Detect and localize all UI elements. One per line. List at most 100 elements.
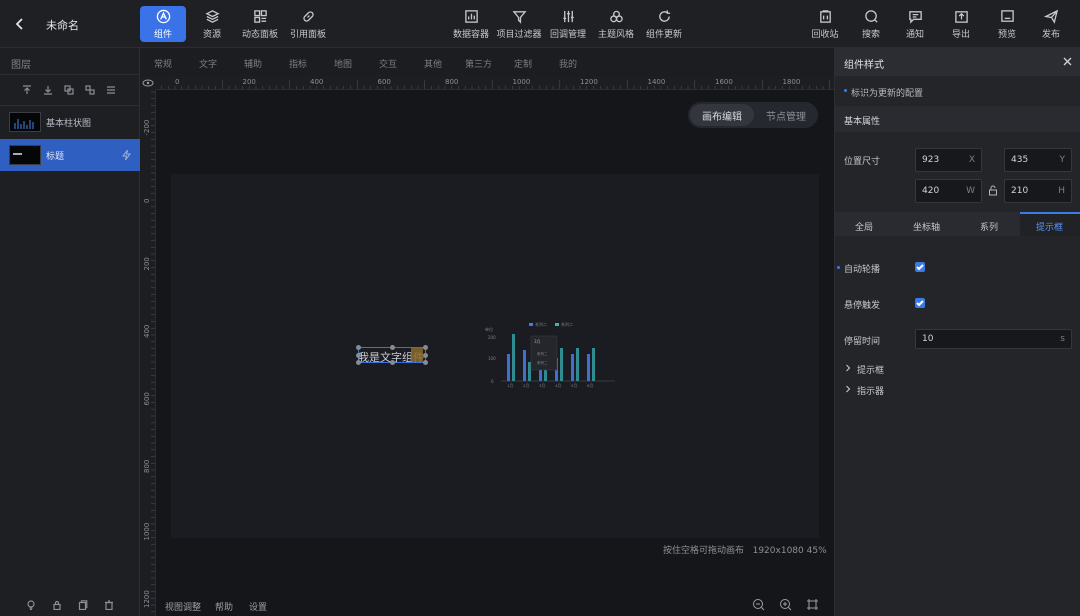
tool-filter[interactable]: 项目过滤器 (494, 6, 544, 42)
project-title[interactable]: 未命名 (46, 17, 79, 33)
check-icon (916, 264, 924, 271)
resize-handle[interactable] (423, 345, 428, 350)
tool-recycle-bin[interactable]: 回收站 (808, 6, 842, 42)
resize-handle[interactable] (356, 360, 361, 365)
tool-ref-panel[interactable]: 引用面板 (286, 6, 330, 42)
ruler-corner[interactable] (140, 76, 156, 90)
text-component[interactable]: 我是文字组件 (356, 345, 428, 365)
chart-bar (571, 354, 574, 381)
tool-publish[interactable]: 发布 (1036, 6, 1066, 42)
tool-publish-label: 发布 (1041, 29, 1060, 40)
width-input[interactable]: 420 W (915, 179, 982, 203)
ruler-label: 800 (143, 460, 151, 473)
chevron-right-icon (846, 364, 851, 372)
tool-resources[interactable]: 资源 (190, 6, 234, 42)
group-icon[interactable] (64, 85, 74, 95)
tab-interaction[interactable]: 交互 (379, 57, 397, 70)
back-button[interactable] (12, 16, 28, 32)
zoom-out-icon[interactable] (752, 598, 765, 611)
zoom-in-icon[interactable] (779, 598, 792, 611)
hover-trigger-label: 悬停触发 (844, 301, 881, 311)
tool-theme-label: 主题风格 (597, 29, 634, 40)
fit-screen-icon[interactable] (806, 598, 819, 611)
tab-tooltip[interactable]: 提示框 (1020, 212, 1080, 236)
tool-callback[interactable]: 回调管理 (546, 6, 590, 42)
resize-handle[interactable] (356, 353, 361, 358)
x-input[interactable]: 923 X (915, 148, 982, 172)
resize-handle[interactable] (423, 353, 428, 358)
tool-export[interactable]: 导出 (946, 6, 976, 42)
unlock-ratio-icon[interactable] (988, 185, 998, 196)
tab-node-manage[interactable]: 节点管理 (756, 104, 816, 126)
chart-bar (528, 362, 531, 381)
auto-play-checkbox[interactable] (915, 262, 925, 272)
view-adjust-link[interactable]: 视图调整 (165, 600, 201, 613)
canvas-area[interactable]: 0 200 400 600 800 1000 1200 1400 1600 1800 -200 0 2… (140, 76, 834, 616)
y-input[interactable]: 435 Y (1004, 148, 1072, 172)
tab-axis[interactable]: 坐标轴 (913, 220, 940, 233)
tab-text[interactable]: 文字 (199, 57, 217, 70)
duration-input[interactable]: 10 s (915, 329, 1072, 349)
canvas-resolution: 1920x1080 (752, 546, 804, 556)
delete-icon[interactable] (104, 600, 114, 611)
tab-auxiliary[interactable]: 辅助 (244, 57, 262, 70)
tab-other[interactable]: 其他 (424, 57, 442, 70)
list-icon[interactable] (106, 85, 116, 95)
message-icon (908, 10, 922, 24)
chevron-right-icon (846, 385, 851, 393)
horizontal-ruler[interactable]: 0 200 400 600 800 1000 1200 1400 1600 1800 (156, 76, 834, 90)
check-icon (916, 300, 924, 307)
lightning-icon[interactable] (121, 149, 132, 161)
vertical-ruler[interactable]: -200 0 200 400 600 800 1000 1200 (140, 90, 156, 616)
tool-data-container-label: 数据容器 (452, 29, 489, 40)
tab-custom[interactable]: 定制 (514, 57, 532, 70)
copy-icon[interactable] (78, 600, 88, 611)
ruler-label: 1800 (783, 78, 801, 86)
tab-regular[interactable]: 常规 (154, 57, 172, 70)
canvas-hint: 按住空格可拖动画布 1920x1080 45% (663, 543, 827, 556)
drag-hint-text: 按住空格可拖动画布 (663, 546, 745, 556)
tool-notify[interactable]: 通知 (900, 6, 930, 42)
height-input[interactable]: 210 H (1004, 179, 1072, 203)
help-link[interactable]: 帮助 (215, 600, 233, 613)
layer-item-title[interactable]: 标题 (0, 139, 140, 171)
chart-xtick: 2月 (523, 383, 529, 388)
tool-data-container[interactable]: 数据容器 (450, 6, 492, 42)
bar-chart-component[interactable]: 单位 200 100 0 系列二 系列二 3月 系列二 系列二 1月 2月 3月… (479, 320, 619, 392)
settings-link[interactable]: 设置 (249, 600, 267, 613)
resize-handle[interactable] (390, 345, 395, 350)
tool-search[interactable]: 搜索 (856, 6, 886, 42)
group-pointer[interactable]: 指示器 (844, 383, 1044, 397)
tool-theme[interactable]: 主题风格 (594, 6, 638, 42)
chart-legend-swatch (555, 323, 559, 326)
tab-series[interactable]: 系列 (980, 220, 998, 233)
canvas-stage[interactable]: 我是文字组件 单位 200 100 0 系列二 系列二 3月 系列二 系列二 1… (171, 174, 819, 538)
ungroup-icon[interactable] (85, 85, 95, 95)
lock-icon[interactable] (52, 600, 62, 611)
trash-icon (819, 9, 831, 23)
chart-legend-swatch (529, 323, 533, 326)
tab-indicator[interactable]: 指标 (289, 57, 307, 70)
group-tooltip[interactable]: 提示框 (844, 362, 1044, 376)
tool-filter-label: 项目过滤器 (496, 29, 542, 40)
auto-play-dot (837, 266, 840, 269)
bulb-icon[interactable] (26, 600, 36, 611)
move-up-icon[interactable] (22, 85, 32, 95)
resize-handle[interactable] (356, 345, 361, 350)
resize-handle[interactable] (423, 360, 428, 365)
tool-component[interactable]: 组件 (140, 6, 186, 42)
layer-item-bar-chart[interactable]: 基本柱状图 (0, 106, 140, 138)
tab-map[interactable]: 地图 (334, 57, 352, 70)
tab-mine[interactable]: 我的 (559, 57, 577, 70)
close-icon[interactable] (1063, 57, 1072, 66)
hover-trigger-checkbox[interactable] (915, 298, 925, 308)
tab-canvas-edit[interactable]: 画布编辑 (690, 104, 754, 126)
tool-update[interactable]: 组件更新 (642, 6, 686, 42)
resize-handle[interactable] (390, 360, 395, 365)
move-down-icon[interactable] (43, 85, 53, 95)
tab-global[interactable]: 全局 (855, 220, 873, 233)
tab-third-party[interactable]: 第三方 (465, 57, 492, 70)
tool-preview[interactable]: 预览 (992, 6, 1022, 42)
height-suffix: H (1058, 186, 1065, 196)
tool-dynamic-panel[interactable]: 动态面板 (238, 6, 282, 42)
